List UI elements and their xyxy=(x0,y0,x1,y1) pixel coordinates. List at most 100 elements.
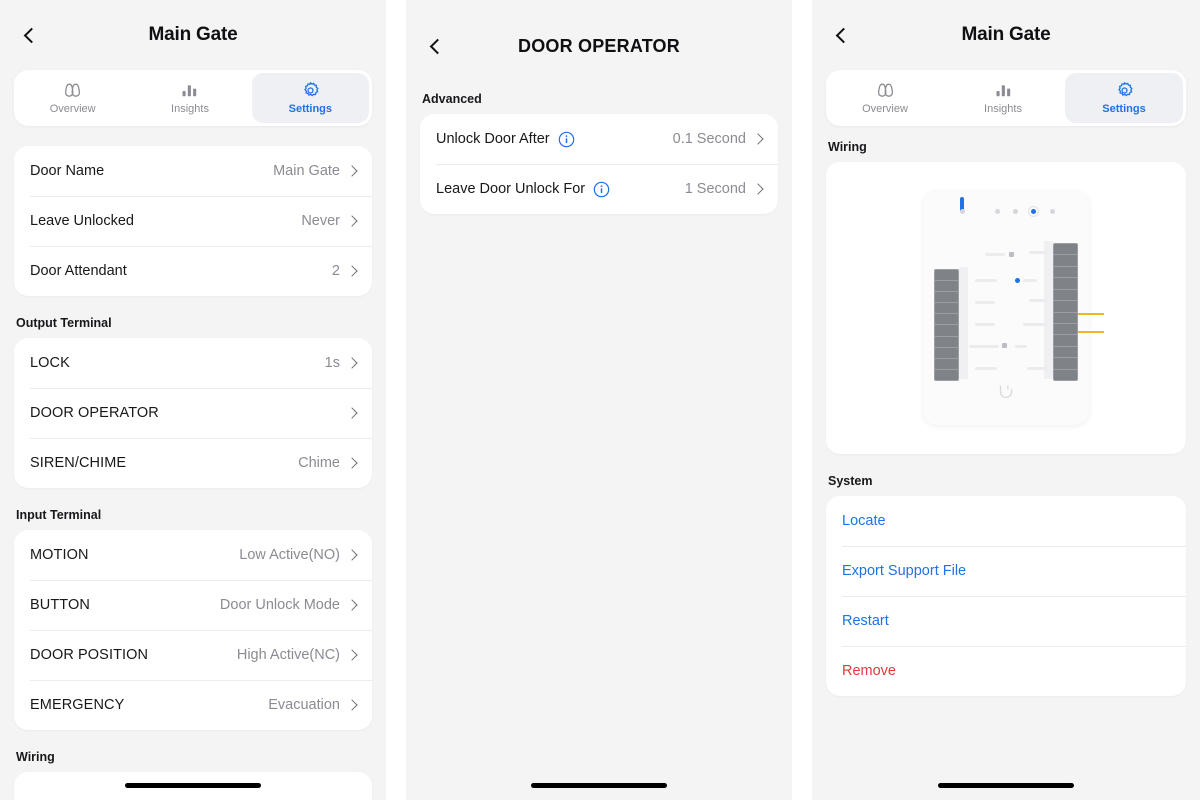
row-value: Chime xyxy=(298,455,340,471)
row-door-name[interactable]: Door Name Main Gate xyxy=(14,146,372,196)
row-emergency[interactable]: EMERGENCY Evacuation xyxy=(14,680,372,730)
phone-screen-door-settings: Main Gate Overview Insights Settings Doo… xyxy=(0,0,386,800)
ubiquiti-logo-icon xyxy=(995,380,1017,407)
row-door-attendant[interactable]: Door Attendant 2 xyxy=(14,246,372,296)
row-label: BUTTON xyxy=(30,597,90,613)
label-marker xyxy=(1002,343,1007,348)
back-button[interactable] xyxy=(826,20,856,50)
row-right: Door Unlock Mode xyxy=(219,597,358,613)
home-indicator xyxy=(938,783,1074,788)
row-value: Main Gate xyxy=(273,163,340,179)
row-value: High Active(NC) xyxy=(236,647,340,663)
section-title: Wiring xyxy=(828,140,867,154)
input-terminal-section: Input Terminal MOTION Low Active(NO) BUT… xyxy=(0,508,386,730)
home-indicator xyxy=(125,783,261,788)
chevron-right-icon xyxy=(346,549,358,561)
tab-overview[interactable]: Overview xyxy=(14,70,131,126)
tab-settings[interactable]: Settings xyxy=(1065,73,1183,123)
binoculars-icon xyxy=(62,81,83,100)
chevron-left-icon xyxy=(835,27,851,43)
tab-insights[interactable]: Insights xyxy=(131,70,248,126)
info-icon[interactable] xyxy=(558,131,575,148)
row-right: Main Gate xyxy=(273,163,358,179)
tab-overview-label: Overview xyxy=(49,103,96,115)
row-leave-door-unlock-for[interactable]: Leave Door Unlock For 1 Second xyxy=(420,164,778,214)
row-label: DOOR POSITION xyxy=(30,647,149,663)
row-unlock-door-after[interactable]: Unlock Door After 0.1 Second xyxy=(420,114,778,164)
row-remove[interactable]: Remove xyxy=(826,646,1186,696)
chevron-right-icon xyxy=(346,407,358,419)
tab-bar-left: Overview Insights Settings xyxy=(14,70,372,126)
row-label: Leave Unlocked xyxy=(30,213,134,229)
chevron-right-icon xyxy=(346,165,358,177)
row-leave-unlocked[interactable]: Leave Unlocked Never xyxy=(14,196,372,246)
back-button[interactable] xyxy=(420,31,450,61)
page-title: Main Gate xyxy=(148,24,238,45)
label-line xyxy=(1023,323,1047,326)
wiring-section-left: Wiring xyxy=(0,750,386,800)
row-label: Door Attendant xyxy=(30,263,127,279)
row-right: 2 xyxy=(332,263,358,279)
chevron-right-icon xyxy=(752,133,764,145)
phone-screen-door-operator: DOOR OPERATOR Advanced Unlock Door After xyxy=(406,0,792,800)
row-value: 1 Second xyxy=(684,181,746,197)
row-right: 0.1 Second xyxy=(672,131,764,147)
row-value: Door Unlock Mode xyxy=(219,597,340,613)
door-settings-card: Door Name Main Gate Leave Unlocked Never… xyxy=(14,146,372,296)
navbar-left: Main Gate xyxy=(0,0,386,70)
row-door-position[interactable]: DOOR POSITION High Active(NC) xyxy=(14,630,372,680)
section-title: Output Terminal xyxy=(16,316,112,330)
screenshot-root: Main Gate Overview Insights Settings Doo… xyxy=(0,0,1200,800)
row-restart[interactable]: Restart xyxy=(826,596,1186,646)
tab-settings-label: Settings xyxy=(288,103,333,115)
wiring-diagram-card[interactable] xyxy=(826,162,1186,454)
chevron-right-icon xyxy=(346,215,358,227)
row-door-operator[interactable]: DOOR OPERATOR xyxy=(14,388,372,438)
wiring-section-right: Wiring xyxy=(812,140,1200,454)
advanced-section: Advanced Unlock Door After 0.1 Second Le… xyxy=(406,92,792,214)
chevron-left-icon xyxy=(23,27,39,43)
chevron-right-icon xyxy=(346,599,358,611)
section-title: System xyxy=(828,474,873,488)
tab-settings[interactable]: Settings xyxy=(251,73,369,123)
tab-insights-label: Insights xyxy=(984,103,1022,115)
remove-button: Remove xyxy=(842,663,896,679)
input-terminal-card: MOTION Low Active(NO) BUTTON Door Unlock… xyxy=(14,530,372,730)
row-right: 1s xyxy=(325,355,358,371)
system-section: System Locate Export Support File Restar… xyxy=(812,474,1200,696)
tab-overview[interactable]: Overview xyxy=(826,70,944,126)
chevron-right-icon xyxy=(752,183,764,195)
label-line xyxy=(1027,367,1047,370)
row-lock[interactable]: LOCK 1s xyxy=(14,338,372,388)
navbar-mid: DOOR OPERATOR xyxy=(406,0,792,92)
row-export-support-file[interactable]: Export Support File xyxy=(826,546,1186,596)
chevron-right-icon xyxy=(346,699,358,711)
section-title: Advanced xyxy=(422,92,482,106)
row-right: Evacuation xyxy=(268,697,358,713)
label-line xyxy=(1029,299,1047,302)
navbar-right: Main Gate xyxy=(812,0,1200,70)
chevron-right-icon xyxy=(346,357,358,369)
gear-icon xyxy=(1115,81,1134,100)
row-right: 1 Second xyxy=(684,181,764,197)
row-right: Chime xyxy=(298,455,358,471)
row-value: Never xyxy=(301,213,340,229)
section-title: Wiring xyxy=(16,750,55,764)
locate-button: Locate xyxy=(842,513,886,529)
row-label: MOTION xyxy=(30,547,89,563)
label-line xyxy=(1023,279,1037,282)
row-motion[interactable]: MOTION Low Active(NO) xyxy=(14,530,372,580)
label-line xyxy=(1015,345,1027,348)
tab-insights[interactable]: Insights xyxy=(944,70,1062,126)
back-button[interactable] xyxy=(14,20,44,50)
row-button[interactable]: BUTTON Door Unlock Mode xyxy=(14,580,372,630)
label-line xyxy=(1029,251,1047,254)
row-locate[interactable]: Locate xyxy=(826,496,1186,546)
info-icon[interactable] xyxy=(593,181,610,198)
row-value: 0.1 Second xyxy=(672,131,746,147)
row-value: Evacuation xyxy=(268,697,340,713)
row-siren-chime[interactable]: SIREN/CHIME Chime xyxy=(14,438,372,488)
row-label: EMERGENCY xyxy=(30,697,125,713)
label-line xyxy=(975,323,995,326)
tab-overview-label: Overview xyxy=(862,103,908,115)
